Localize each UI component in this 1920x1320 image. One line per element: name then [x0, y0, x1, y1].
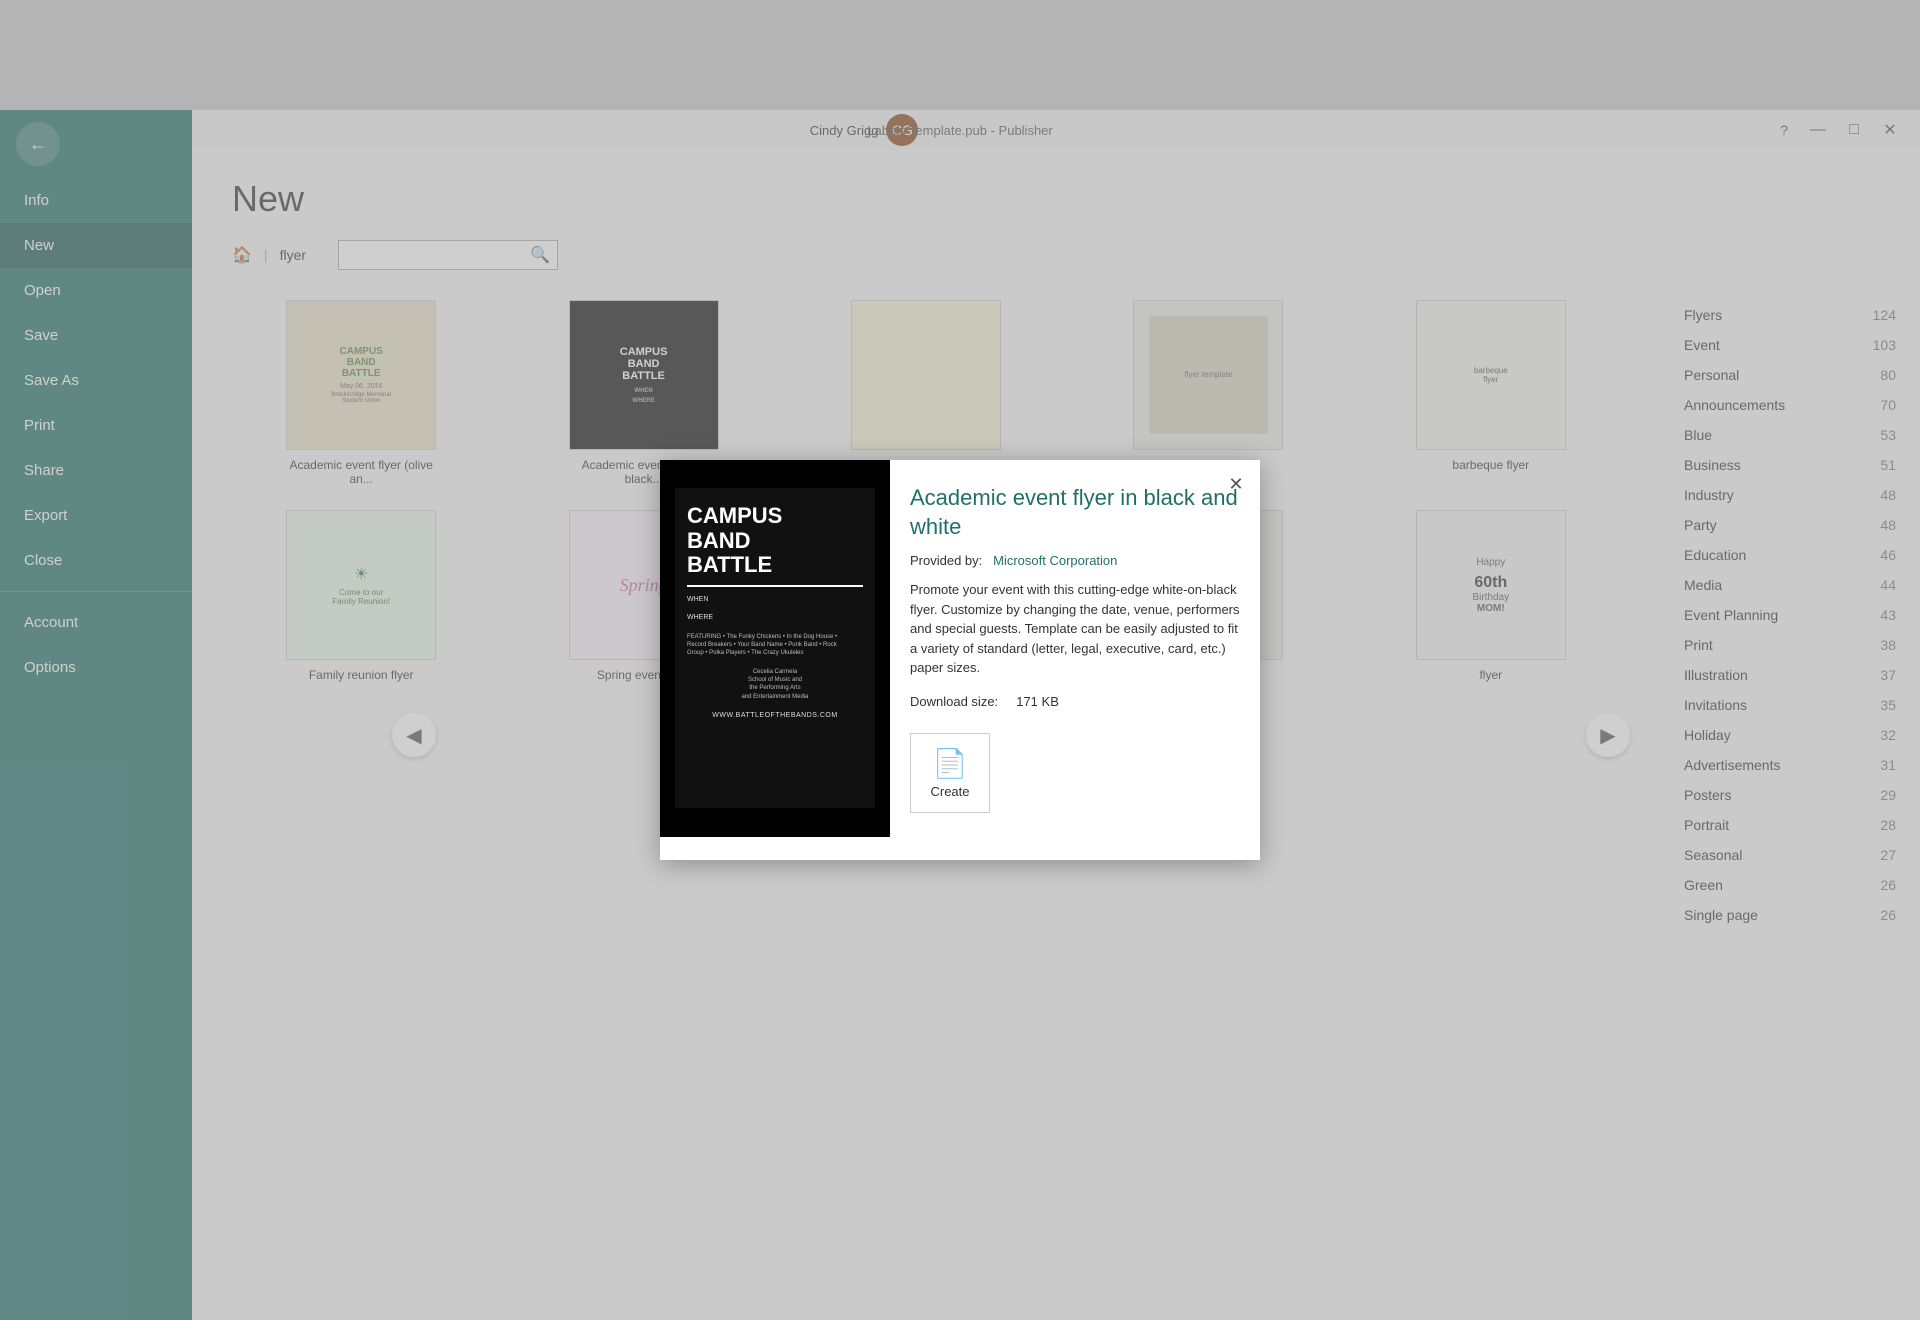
modal-download: Download size: 171 KB	[910, 694, 1240, 709]
create-button[interactable]: 📄 Create	[910, 733, 990, 813]
create-icon: 📄	[933, 747, 968, 780]
modal-title: Academic event flyer in black and white	[910, 484, 1240, 541]
modal-content: CAMPUSBANDBATTLE WHEN WHERE FEATURING • …	[660, 460, 1260, 837]
modal-info: Academic event flyer in black and white …	[890, 460, 1260, 837]
flyer-main-title: CAMPUSBANDBATTLE	[687, 504, 863, 577]
download-label: Download size:	[910, 694, 998, 709]
modal-overlay: ✕ CAMPUSBANDBATTLE WHEN WHERE FEATURING …	[0, 0, 1920, 1320]
download-size: 171 KB	[1016, 694, 1059, 709]
create-label: Create	[930, 784, 969, 799]
modal-flyer-preview: CAMPUSBANDBATTLE WHEN WHERE FEATURING • …	[675, 488, 875, 808]
modal-description: Promote your event with this cutting-edg…	[910, 580, 1240, 678]
modal-dialog: ✕ CAMPUSBANDBATTLE WHEN WHERE FEATURING …	[660, 460, 1260, 860]
flyer-details: WHEN WHERE FEATURING • The Funky Chicken…	[687, 595, 863, 721]
modal-provider: Provided by: Microsoft Corporation	[910, 553, 1240, 568]
provider-label: Provided by:	[910, 553, 982, 568]
modal-close-button[interactable]: ✕	[1222, 470, 1250, 498]
provider-link[interactable]: Microsoft Corporation	[993, 553, 1117, 568]
flyer-divider	[687, 585, 863, 587]
modal-preview: CAMPUSBANDBATTLE WHEN WHERE FEATURING • …	[660, 460, 890, 837]
